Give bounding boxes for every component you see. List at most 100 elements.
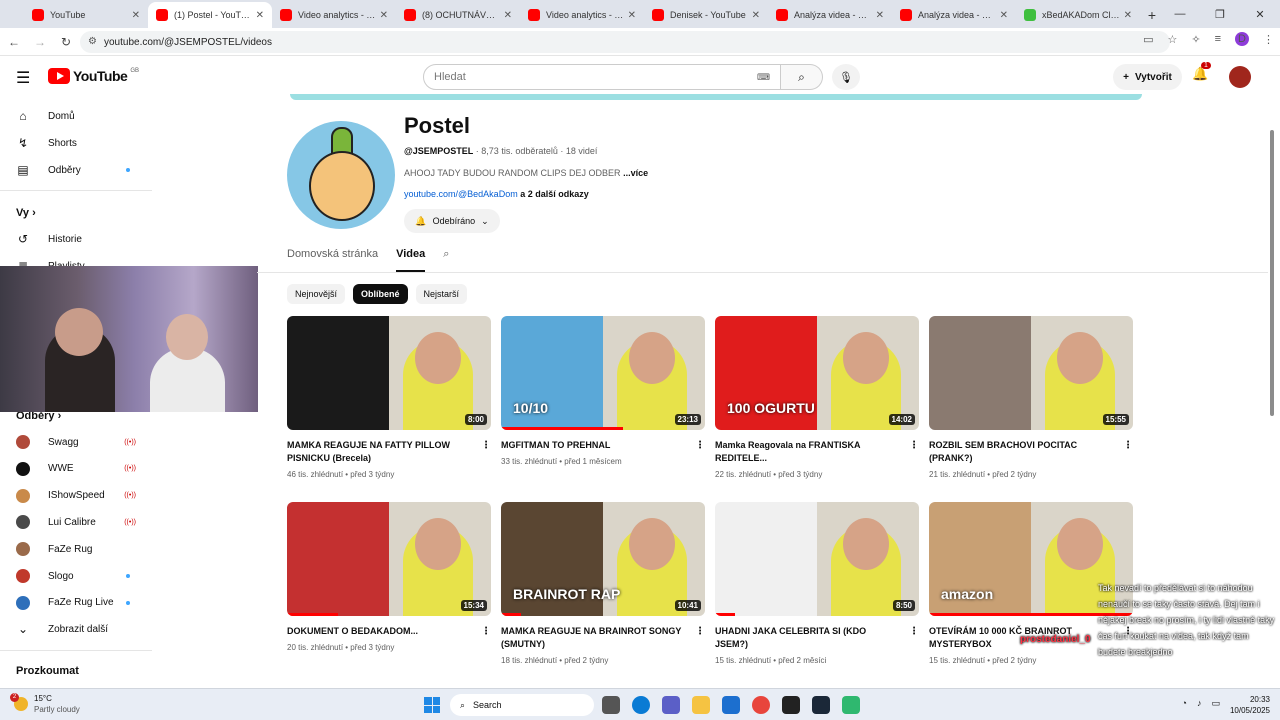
back-icon[interactable]: ← bbox=[2, 30, 26, 54]
video-card[interactable]: 15:34 DOKUMENT O BEDAKADOM... ⋮ 20 tis. zhl… bbox=[287, 502, 491, 652]
video-title[interactable]: DOKUMENT O BEDAKADOM... ⋮ bbox=[287, 625, 491, 638]
steam-icon[interactable] bbox=[812, 696, 830, 714]
browser-tab[interactable]: Video analytics - YouT ✕ bbox=[520, 2, 644, 28]
keyboard-icon[interactable]: ⌨ bbox=[757, 72, 770, 83]
channel-search-icon[interactable]: ⌕ bbox=[443, 248, 449, 272]
sidebar-item[interactable]: Lui Calibre ((•)) bbox=[16, 510, 146, 534]
reload-icon[interactable]: ↻ bbox=[54, 30, 78, 54]
more-options-icon[interactable]: ⋮ bbox=[695, 439, 705, 452]
chip-oldest[interactable]: Nejstarší bbox=[415, 284, 468, 304]
tab-close-icon[interactable]: ✕ bbox=[1124, 10, 1132, 21]
install-icon[interactable]: ▭ bbox=[1143, 33, 1153, 46]
channel-description[interactable]: AHOOJ TADY BUDOU RANDOM CLIPS DEJ ODBER … bbox=[404, 168, 648, 178]
clock[interactable]: 20:33 10/05/2025 bbox=[1230, 694, 1270, 716]
search-input[interactable]: Hledat ⌨ bbox=[423, 64, 781, 90]
sidebar-item[interactable]: Swagg ((•)) bbox=[16, 430, 146, 454]
more-options-icon[interactable]: ⋮ bbox=[481, 625, 491, 638]
sidebar-item[interactable]: IShowSpeed ((•)) bbox=[16, 484, 146, 508]
browser-tab[interactable]: (8) OCHUTNÁVÁM ŠI ✕ bbox=[396, 2, 520, 28]
voice-search-button[interactable]: 🎙 bbox=[832, 64, 860, 90]
media-icon[interactable]: ≡ bbox=[1215, 33, 1221, 45]
capcut-icon[interactable] bbox=[782, 696, 800, 714]
video-title[interactable]: MAMKA REAGUJE NA BRAINROT SONGY (SMUTNY)… bbox=[501, 625, 705, 651]
video-title[interactable]: MAMKA REAGUJE NA FATTY PILLOW PISNICKU (… bbox=[287, 439, 491, 465]
tab-close-icon[interactable]: ✕ bbox=[628, 10, 636, 21]
task-view-icon[interactable] bbox=[602, 696, 620, 714]
bookmark-star-icon[interactable]: ☆ bbox=[1167, 33, 1177, 46]
more-options-icon[interactable]: ⋮ bbox=[1123, 439, 1133, 452]
wifi-icon[interactable]: ◔ bbox=[1182, 698, 1187, 709]
subscribed-button[interactable]: 🔔 Odebíráno ⌄ bbox=[404, 209, 500, 233]
tab-close-icon[interactable]: ✕ bbox=[504, 10, 512, 21]
tab-home[interactable]: Domovská stránka bbox=[287, 248, 378, 272]
sidebar-item[interactable]: ▤ Odběry bbox=[16, 158, 146, 182]
extensions-icon[interactable]: ✧ bbox=[1191, 33, 1200, 46]
chrome-icon[interactable] bbox=[752, 696, 770, 714]
video-card[interactable]: 8:50 UHADNI JAKA CELEBRITA SI (KDO JSEM?)… bbox=[715, 502, 919, 665]
video-title[interactable]: Mamka Reagovala na FRANTISKA REDITELE...… bbox=[715, 439, 919, 465]
tab-close-icon[interactable]: ✕ bbox=[876, 10, 884, 21]
video-thumbnail[interactable]: 15:34 bbox=[287, 502, 491, 616]
forward-icon[interactable]: → bbox=[28, 30, 52, 54]
browser-menu-icon[interactable]: ⋮ bbox=[1263, 33, 1274, 46]
edge-icon[interactable] bbox=[632, 696, 650, 714]
site-info-icon[interactable]: ⚙ bbox=[88, 36, 97, 47]
tab-close-icon[interactable]: ✕ bbox=[1000, 10, 1008, 21]
video-thumbnail[interactable]: 10/10 23:13 bbox=[501, 316, 705, 430]
account-avatar[interactable] bbox=[1229, 66, 1251, 88]
sidebar-item[interactable]: ↺ Historie bbox=[16, 227, 146, 251]
store-icon[interactable] bbox=[722, 696, 740, 714]
video-thumbnail[interactable]: 8:50 bbox=[715, 502, 919, 616]
volume-icon[interactable]: ♪ bbox=[1197, 698, 1202, 709]
taskbar-search[interactable]: ⌕ Search bbox=[450, 694, 594, 716]
tab-close-icon[interactable]: ✕ bbox=[256, 10, 264, 21]
minimize-icon[interactable]: — bbox=[1160, 0, 1200, 28]
video-card[interactable]: 8:00 MAMKA REAGUJE NA FATTY PILLOW PISNIC… bbox=[287, 316, 491, 479]
tab-close-icon[interactable]: ✕ bbox=[380, 10, 388, 21]
tab-close-icon[interactable]: ✕ bbox=[752, 10, 760, 21]
sidebar-item[interactable]: Slogo bbox=[16, 564, 146, 588]
close-window-icon[interactable]: ✕ bbox=[1240, 0, 1280, 28]
video-title[interactable]: UHADNI JAKA CELEBRITA SI (KDO JSEM?) ⋮ bbox=[715, 625, 919, 651]
hamburger-menu-icon[interactable]: ☰ bbox=[16, 68, 30, 88]
battery-icon[interactable]: ▭ bbox=[1211, 698, 1220, 709]
tab-videos[interactable]: Videa bbox=[396, 248, 426, 272]
weather-widget[interactable]: 2 15°C Partly cloudy bbox=[10, 693, 80, 715]
tab-close-icon[interactable]: ✕ bbox=[132, 10, 140, 21]
more-links[interactable]: a 2 další odkazy bbox=[520, 189, 589, 199]
browser-tab[interactable]: YouTube ✕ bbox=[24, 2, 148, 28]
video-thumbnail[interactable]: BRAINROT RAP 10:41 bbox=[501, 502, 705, 616]
restore-icon[interactable]: ❐ bbox=[1200, 0, 1240, 28]
video-thumbnail[interactable]: 15:55 bbox=[929, 316, 1133, 430]
youtube-logo[interactable]: YouTube GB bbox=[48, 68, 139, 84]
create-button[interactable]: + Vytvořit bbox=[1113, 64, 1182, 90]
chip-popular[interactable]: Oblíbené bbox=[353, 284, 408, 304]
url-field[interactable]: ⚙ youtube.com/@JSEMPOSTEL/videos bbox=[80, 31, 1170, 53]
browser-tab[interactable]: Analýza videa - YouT ✕ bbox=[892, 2, 1016, 28]
video-title[interactable]: ROZBIL SEM BRACHOVI POCITAC (PRANK?) ⋮ bbox=[929, 439, 1133, 465]
video-thumbnail[interactable]: 8:00 bbox=[287, 316, 491, 430]
channel-avatar[interactable] bbox=[287, 121, 395, 229]
browser-tab[interactable]: Analýza videa - YouT ✕ bbox=[768, 2, 892, 28]
notifications-button[interactable]: 🔔 1 bbox=[1192, 62, 1211, 82]
file-explorer-icon[interactable] bbox=[692, 696, 710, 714]
sidebar-item[interactable]: ⌂ Domů bbox=[16, 104, 146, 128]
sidebar-item[interactable]: WWE ((•)) bbox=[16, 457, 146, 481]
more-options-icon[interactable]: ⋮ bbox=[695, 625, 705, 638]
sidebar-item[interactable]: ⌄ Zobrazit další bbox=[16, 617, 146, 641]
chip-newest[interactable]: Nejnovější bbox=[287, 284, 346, 304]
video-card[interactable]: 10/10 23:13 MGFITMAN TO PREHNAL ⋮ 33 tis. zh… bbox=[501, 316, 705, 466]
sidebar-item[interactable]: FaZe Rug bbox=[16, 537, 146, 561]
video-card[interactable]: BRAINROT RAP 10:41 MAMKA REAGUJE NA BRAINR… bbox=[501, 502, 705, 665]
video-card[interactable]: 15:55 ROZBIL SEM BRACHOVI POCITAC (PRANK?… bbox=[929, 316, 1133, 479]
browser-tab[interactable]: Video analytics - YouT ✕ bbox=[272, 2, 396, 28]
description-more[interactable]: ...více bbox=[623, 168, 648, 178]
more-options-icon[interactable]: ⋮ bbox=[909, 625, 919, 638]
search-button[interactable]: ⌕ bbox=[781, 64, 823, 90]
page-scrollbar[interactable] bbox=[1270, 130, 1274, 416]
more-options-icon[interactable]: ⋮ bbox=[909, 439, 919, 452]
more-options-icon[interactable]: ⋮ bbox=[481, 439, 491, 452]
browser-tab[interactable]: (1) Postel - YouTube ✕ bbox=[148, 2, 272, 28]
browser-tab[interactable]: xBedAKADom Clips ✕ bbox=[1016, 2, 1140, 28]
sidebar-item[interactable]: ↯ Shorts bbox=[16, 131, 146, 155]
